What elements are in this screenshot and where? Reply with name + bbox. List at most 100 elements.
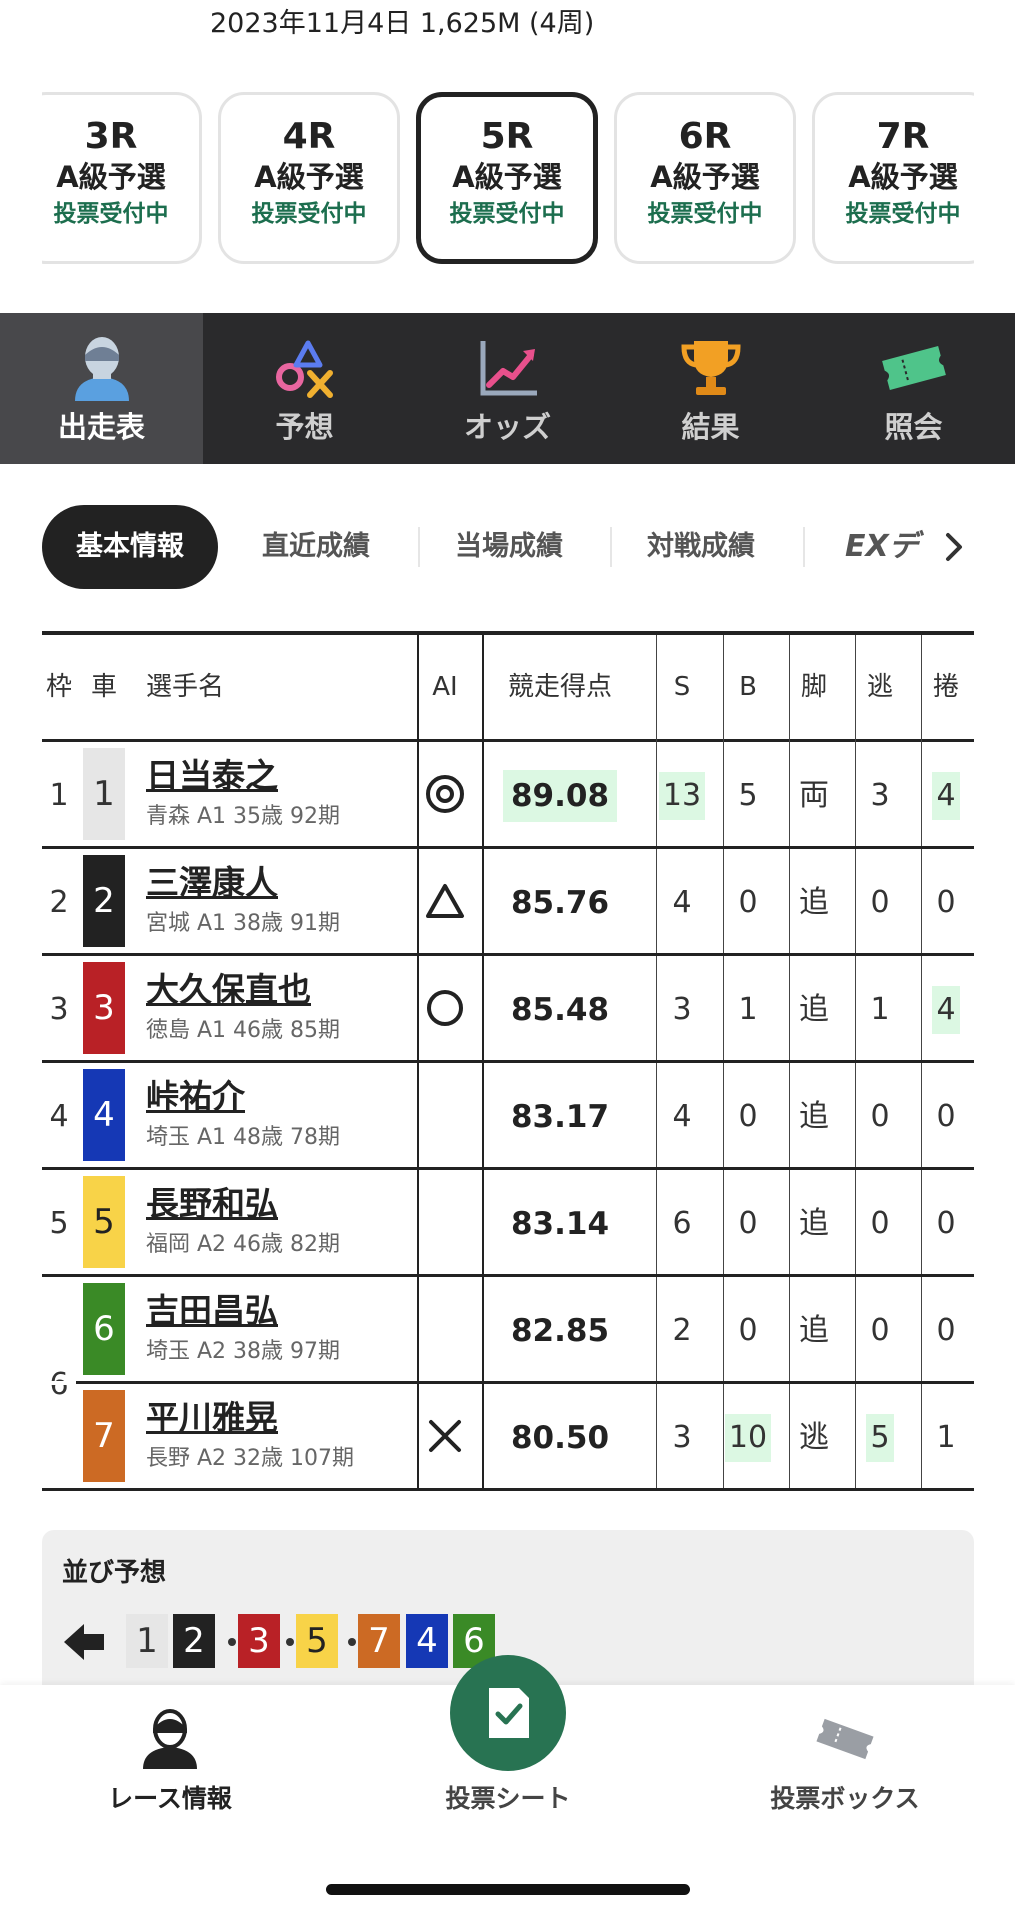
waku-number: 2 [49,885,69,920]
line-car-badge: 5 [296,1614,338,1668]
race-date-distance: 2023年11月4日 1,625M (4周) [210,8,595,39]
ai-mark [418,1384,472,1491]
arrow-left-icon [64,1624,104,1660]
race-points-value: 80.50 [510,1419,610,1456]
race-tab-4r[interactable]: 4R A級予選 投票受付中 [218,92,400,264]
race-tab-6r[interactable]: 6R A級予選 投票受付中 [614,92,796,264]
ai-mark [418,956,472,1063]
line-separator-dot [348,1638,356,1646]
stat-makuri: 0 [922,1170,970,1277]
rider-name-link[interactable]: 日当泰之 [146,754,278,798]
scroll-right-button[interactable] [924,505,974,589]
stat-kyaku-value: 追 [799,1098,829,1134]
nav-prediction[interactable]: 予想 [203,313,406,464]
tab-head-to-head[interactable]: 対戦成績 [647,505,755,589]
race-class: A級予選 [848,160,958,194]
bottom-nav-bet-sheet-label-wrap[interactable]: 投票シート [408,1781,608,1817]
circle-mark-icon [425,988,465,1032]
line-prediction-title: 並び予想 [62,1558,167,1588]
stat-kyaku: 追 [790,956,838,1063]
table-row: 67平川雅晃長野 A2 32歳 107期80.50310逃51 [42,1367,974,1491]
nav-inquiry[interactable]: 照会 [812,313,1015,464]
race-points: 85.76 [474,849,646,956]
car-number-badge: 7 [83,1390,125,1482]
header-waku: 枠 [45,672,72,702]
bet-sheet-button[interactable] [450,1655,566,1771]
nav-entry-list[interactable]: 出走表 [0,313,203,464]
rider-name-link[interactable]: 峠祐介 [146,1075,245,1119]
stat-s-value: 3 [672,991,692,1027]
stat-makuri-value: 0 [936,884,956,920]
triangle-mark-icon [425,881,465,925]
tab-basic-info[interactable]: 基本情報 [42,505,218,589]
stat-kyaku-value: 追 [799,1312,829,1348]
stat-b: 0 [724,1277,772,1384]
stat-kyaku-value: 追 [799,884,829,920]
waku-number: 4 [49,1099,69,1134]
race-points-value: 85.76 [510,884,610,921]
waku-number: 5 [49,1206,69,1241]
stat-nige-value: 5 [866,1413,894,1462]
waku-number: 3 [49,992,69,1027]
tab-ex-data[interactable]: EXデ [845,505,919,589]
table-row: 2 2 三澤康人 宮城 A1 38歳 91期 85.76 4 0 追 0 0 [42,849,974,956]
stat-b: 0 [724,1170,772,1277]
stat-makuri: 4 [922,956,970,1063]
bottom-nav-race-info[interactable]: レース情報 [70,1685,270,1817]
stat-nige: 5 [856,1384,904,1491]
header-s: S [673,672,691,702]
rider-icon [70,1707,270,1771]
stat-b: 0 [724,849,772,956]
stat-b-value: 10 [724,1413,772,1462]
nav-odds[interactable]: オッズ [406,313,609,464]
stat-b: 0 [724,1063,772,1170]
stat-s: 4 [658,1063,706,1170]
rider-name-link[interactable]: 三澤康人 [146,861,278,905]
race-number: 7R [876,116,930,157]
tab-venue-results[interactable]: 当場成績 [455,505,563,589]
stat-b: 1 [724,956,772,1063]
stat-makuri: 0 [922,1063,970,1170]
rider-name-link[interactable]: 吉田昌弘 [146,1289,278,1333]
info-sub-tabs: 基本情報 直近成績 当場成績 対戦成績 EXデ [42,505,974,589]
stat-s: 3 [658,1384,706,1491]
stat-kyaku-value: 逃 [799,1419,829,1455]
race-points: 83.14 [474,1170,646,1277]
header-nige: 逃 [866,672,893,702]
race-tab-5r[interactable]: 5R A級予選 投票受付中 [416,92,598,264]
stat-s: 13 [658,742,706,849]
stat-s: 2 [658,1277,706,1384]
stat-nige-value: 0 [870,1312,890,1348]
ai-mark [418,849,472,956]
chevron-right-icon [946,533,962,561]
stat-kyaku-value: 追 [799,1205,829,1241]
rider-name-link[interactable]: 大久保直也 [146,968,311,1012]
prediction-symbols-icon [203,333,406,403]
tab-divider [610,527,612,567]
race-points-value: 82.85 [510,1312,610,1349]
line-separator-dot [286,1638,294,1646]
header-makuri: 捲 [932,672,959,702]
line-car-badge: 7 [358,1614,400,1668]
ticket-icon [812,333,1015,403]
race-tab-7r[interactable]: 7R A級予選 投票受付中 [812,92,974,264]
stat-nige-value: 0 [870,1205,890,1241]
stat-kyaku: 逃 [790,1384,838,1491]
rider-name-link[interactable]: 長野和弘 [146,1182,278,1226]
home-indicator [326,1884,690,1895]
race-selector[interactable]: 3R A級予選 投票受付中 4R A級予選 投票受付中 5R A級予選 投票受付… [42,92,974,270]
bottom-nav-bet-box[interactable]: 投票ボックス [745,1685,945,1817]
table-row: 6 吉田昌弘 埼玉 A2 38歳 97期 82.85 2 0 追 0 0 [42,1277,974,1384]
race-status: 投票受付中 [449,201,565,227]
tab-recent-results[interactable]: 直近成績 [262,505,370,589]
header-name: 選手名 [146,672,225,702]
stat-makuri-value: 1 [936,1419,956,1455]
race-tab-3r[interactable]: 3R A級予選 投票受付中 [42,92,202,264]
stat-kyaku: 追 [790,1277,838,1384]
odds-chart-icon [406,333,609,403]
nav-results[interactable]: 結果 [609,313,812,464]
race-status: 投票受付中 [845,201,961,227]
stat-s-value: 6 [672,1205,692,1241]
rider-name-link[interactable]: 平川雅晃 [146,1396,278,1440]
race-points-value: 83.14 [510,1205,610,1242]
